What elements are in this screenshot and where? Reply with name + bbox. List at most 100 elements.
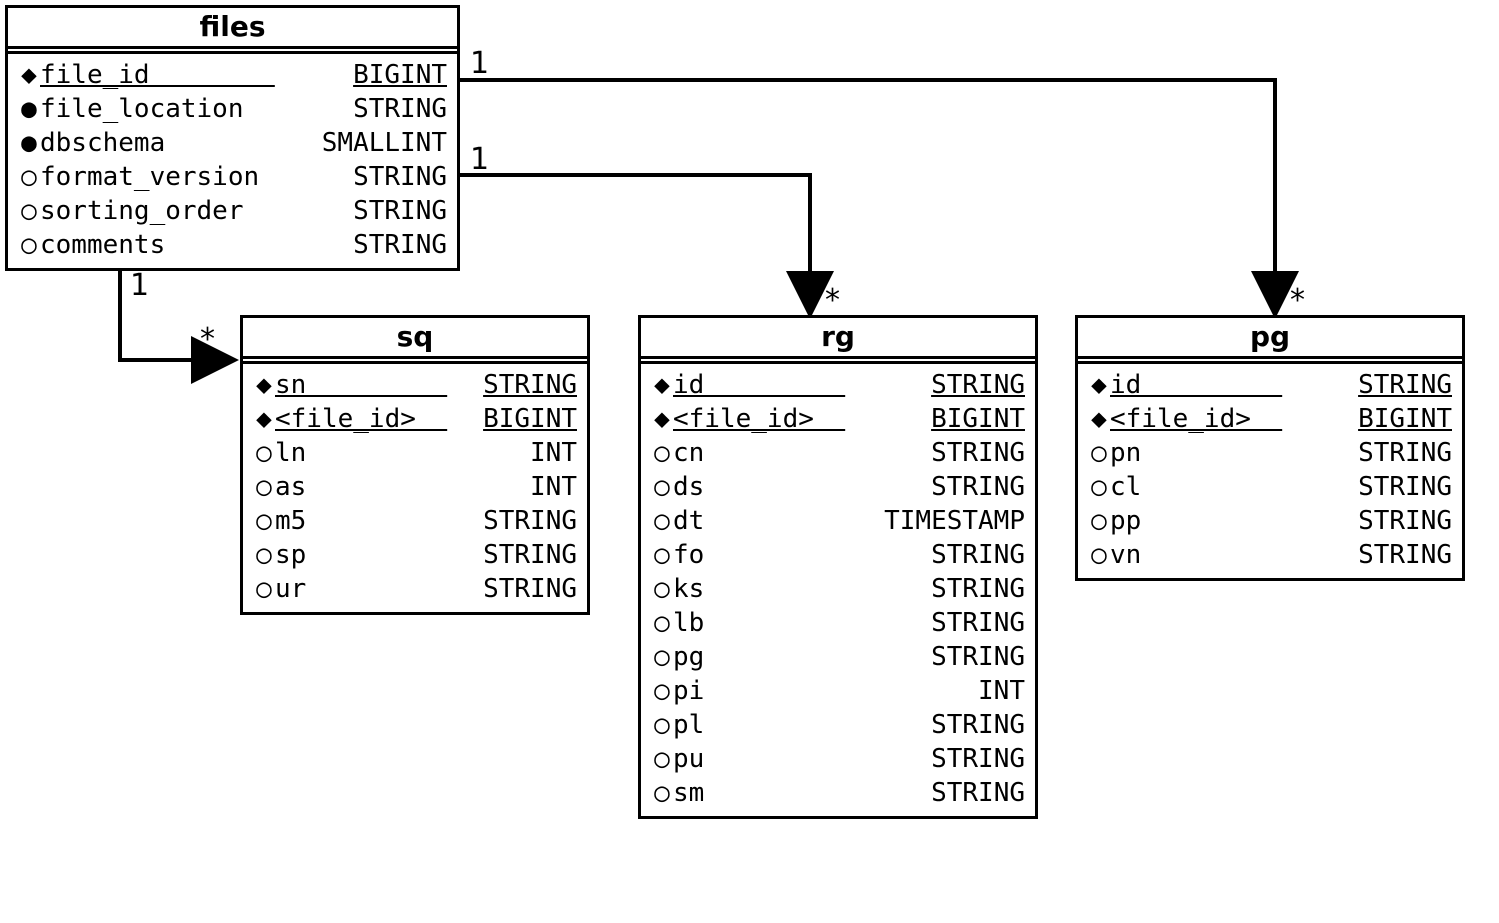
column-marker: ○ xyxy=(651,674,673,708)
column-row: ○pl STRING xyxy=(651,708,1025,742)
column-row: ○ds STRING xyxy=(651,470,1025,504)
column-name: ur xyxy=(275,572,483,606)
column-name: dbschema xyxy=(40,126,322,160)
entity-files: files ◆file_id BIGINT●file_location STRI… xyxy=(5,5,460,271)
column-row: ●file_location STRING xyxy=(18,92,447,126)
column-row: ○ks STRING xyxy=(651,572,1025,606)
column-type: STRING xyxy=(931,742,1025,776)
column-name: sn xyxy=(275,368,483,402)
column-row: ○as INT xyxy=(253,470,577,504)
column-type: STRING xyxy=(1358,436,1452,470)
column-type: STRING xyxy=(353,160,447,194)
column-row: ●dbschema SMALLINT xyxy=(18,126,447,160)
column-row: ○sorting_order STRING xyxy=(18,194,447,228)
card-files-pg-1: 1 xyxy=(470,46,489,81)
column-name: <file_id> xyxy=(275,402,483,436)
column-marker: ○ xyxy=(651,504,673,538)
column-marker: ○ xyxy=(651,776,673,810)
column-row: ○lb STRING xyxy=(651,606,1025,640)
column-name: ks xyxy=(673,572,931,606)
column-type: STRING xyxy=(931,606,1025,640)
column-marker: ◆ xyxy=(253,402,275,436)
column-marker: ○ xyxy=(253,436,275,470)
column-row: ○sp STRING xyxy=(253,538,577,572)
column-name: id xyxy=(673,368,931,402)
card-files-pg-m: * xyxy=(1290,283,1305,318)
column-row: ◆<file_id> BIGINT xyxy=(253,402,577,436)
entity-columns: ◆sn STRING◆<file_id> BIGINT○ln INT○as IN… xyxy=(243,364,587,612)
column-name: format_version xyxy=(40,160,353,194)
column-marker: ○ xyxy=(1088,436,1110,470)
column-type: STRING xyxy=(1358,470,1452,504)
er-diagram: files ◆file_id BIGINT●file_location STRI… xyxy=(0,0,1499,923)
column-row: ◆id STRING xyxy=(651,368,1025,402)
column-row: ◆file_id BIGINT xyxy=(18,58,447,92)
entity-sq: sq ◆sn STRING◆<file_id> BIGINT○ln INT○as… xyxy=(240,315,590,615)
column-type: INT xyxy=(978,674,1025,708)
column-type: BIGINT xyxy=(1358,402,1452,436)
card-files-rg-m: * xyxy=(825,283,840,318)
column-name: fo xyxy=(673,538,931,572)
column-name: dt xyxy=(673,504,884,538)
column-row: ○pn STRING xyxy=(1088,436,1452,470)
column-marker: ○ xyxy=(253,504,275,538)
entity-columns: ◆file_id BIGINT●file_location STRING●dbs… xyxy=(8,54,457,268)
column-row: ◆<file_id> BIGINT xyxy=(1088,402,1452,436)
column-type: STRING xyxy=(353,92,447,126)
column-type: STRING xyxy=(1358,538,1452,572)
column-row: ◆<file_id> BIGINT xyxy=(651,402,1025,436)
column-name: ds xyxy=(673,470,931,504)
entity-rg: rg ◆id STRING◆<file_id> BIGINT○cn STRING… xyxy=(638,315,1038,819)
column-row: ○comments STRING xyxy=(18,228,447,262)
entity-columns: ◆id STRING◆<file_id> BIGINT○pn STRING○cl… xyxy=(1078,364,1462,578)
column-type: STRING xyxy=(483,572,577,606)
entity-title: files xyxy=(8,8,457,49)
column-row: ○pi INT xyxy=(651,674,1025,708)
column-marker: ◆ xyxy=(1088,368,1110,402)
column-marker: ○ xyxy=(18,228,40,262)
column-type: BIGINT xyxy=(483,402,577,436)
column-name: pn xyxy=(1110,436,1358,470)
column-type: INT xyxy=(530,436,577,470)
column-marker: ◆ xyxy=(651,402,673,436)
column-marker: ○ xyxy=(651,640,673,674)
column-row: ◆sn STRING xyxy=(253,368,577,402)
column-marker: ○ xyxy=(651,470,673,504)
column-type: STRING xyxy=(931,572,1025,606)
column-name: id xyxy=(1110,368,1358,402)
column-type: STRING xyxy=(483,504,577,538)
column-type: STRING xyxy=(931,640,1025,674)
entity-title: sq xyxy=(243,318,587,359)
column-marker: ○ xyxy=(1088,538,1110,572)
column-row: ○ur STRING xyxy=(253,572,577,606)
column-marker: ○ xyxy=(651,436,673,470)
column-row: ○m5 STRING xyxy=(253,504,577,538)
column-type: STRING xyxy=(931,368,1025,402)
column-name: lb xyxy=(673,606,931,640)
column-row: ○ln INT xyxy=(253,436,577,470)
card-files-rg-1: 1 xyxy=(470,142,489,177)
column-type: STRING xyxy=(483,538,577,572)
column-name: pg xyxy=(673,640,931,674)
column-name: vn xyxy=(1110,538,1358,572)
column-row: ○pg STRING xyxy=(651,640,1025,674)
column-name: pp xyxy=(1110,504,1358,538)
column-type: STRING xyxy=(1358,504,1452,538)
column-marker: ○ xyxy=(253,572,275,606)
column-type: STRING xyxy=(931,538,1025,572)
column-marker: ◆ xyxy=(651,368,673,402)
column-row: ○pp STRING xyxy=(1088,504,1452,538)
column-type: BIGINT xyxy=(931,402,1025,436)
column-type: INT xyxy=(530,470,577,504)
column-row: ○sm STRING xyxy=(651,776,1025,810)
column-name: sp xyxy=(275,538,483,572)
column-type: STRING xyxy=(353,228,447,262)
column-marker: ● xyxy=(18,126,40,160)
column-type: STRING xyxy=(931,776,1025,810)
column-name: sorting_order xyxy=(40,194,353,228)
column-marker: ◆ xyxy=(253,368,275,402)
column-type: STRING xyxy=(931,708,1025,742)
card-files-sq-m: * xyxy=(200,322,215,357)
column-marker: ○ xyxy=(1088,470,1110,504)
column-marker: ◆ xyxy=(18,58,40,92)
